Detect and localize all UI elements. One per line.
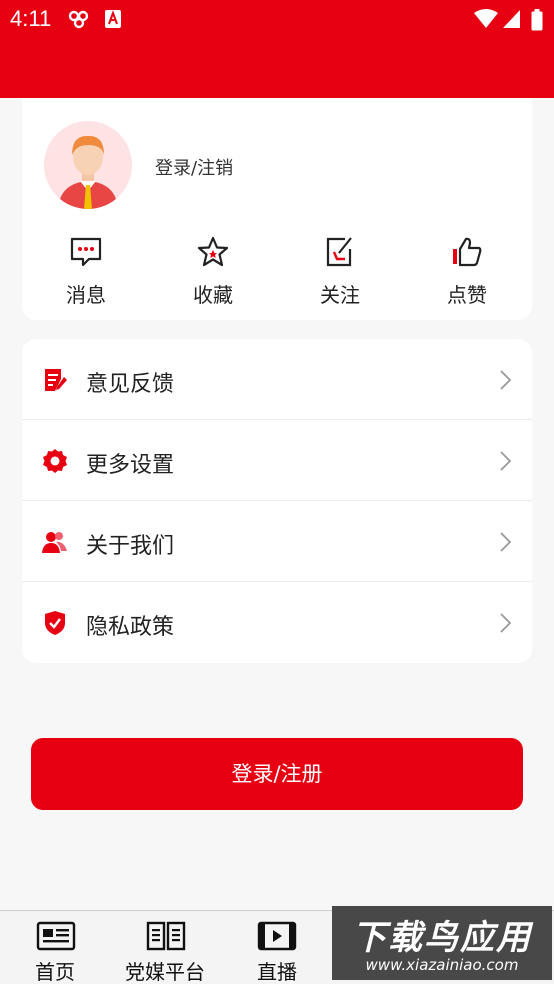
edit-icon [323,235,357,269]
battery-icon [531,9,543,35]
watermark-url: www.xiazainiao.com [365,956,519,974]
app-header: 4:11 [0,0,554,98]
quick-action-label: 收藏 [193,283,233,307]
tab-home[interactable]: 首页 [0,911,110,984]
feedback-icon [42,367,68,393]
signal-icon [503,9,521,33]
chevron-right-icon [498,531,512,553]
settings-menu: 意见反馈 更多设置 关于我们 隐私政策 [22,339,532,663]
quick-action-message[interactable]: 消息 [41,235,131,310]
menu-item-about-us[interactable]: 关于我们 [22,501,532,582]
login-register-button[interactable]: 登录/注册 [31,738,523,810]
menu-item-feedback[interactable]: 意见反馈 [22,339,532,420]
quick-action-label: 关注 [320,283,360,307]
menu-item-label: 隐私政策 [86,615,175,640]
video-icon [257,921,297,951]
tab-label: 首页 [35,960,75,984]
watermark: 下载鸟应用 www.xiazainiao.com [332,906,552,980]
app-notification-icon [104,9,122,33]
wifi-icon [474,9,498,33]
tab-party-media[interactable]: 党媒平台 [110,911,220,984]
sync-icon [68,9,90,33]
chevron-right-icon [498,369,512,391]
quick-action-follow[interactable]: 关注 [295,235,385,310]
user-avatar-icon[interactable] [44,121,132,209]
gear-icon [42,448,68,474]
quick-action-likes[interactable]: 点赞 [422,235,512,310]
tab-label: 党媒平台 [125,960,205,984]
book-icon [146,921,186,951]
thumbs-up-icon [450,235,484,269]
quick-action-label: 点赞 [447,283,487,307]
message-icon [69,235,103,269]
users-icon [42,529,68,555]
star-icon [196,235,230,269]
menu-item-label: 关于我们 [86,534,175,559]
quick-action-label: 消息 [66,283,106,307]
shield-icon [42,610,68,636]
chevron-right-icon [498,612,512,634]
clock: 4:11 [10,6,52,31]
menu-item-privacy-policy[interactable]: 隐私政策 [22,582,532,663]
login-logout-link[interactable]: 登录/注销 [155,154,233,180]
tab-label: 直播 [257,960,297,984]
menu-item-more-settings[interactable]: 更多设置 [22,420,532,501]
watermark-title: 下载鸟应用 [352,918,532,958]
menu-item-label: 更多设置 [86,453,175,478]
menu-item-label: 意见反馈 [86,372,175,397]
profile-card: 登录/注销 消息 收藏 关注 点赞 [22,98,532,320]
tab-live[interactable]: 直播 [222,911,332,984]
chevron-right-icon [498,450,512,472]
system-status-bar: 4:11 [0,0,554,38]
quick-action-favorites[interactable]: 收藏 [168,235,258,310]
news-icon [36,921,76,951]
